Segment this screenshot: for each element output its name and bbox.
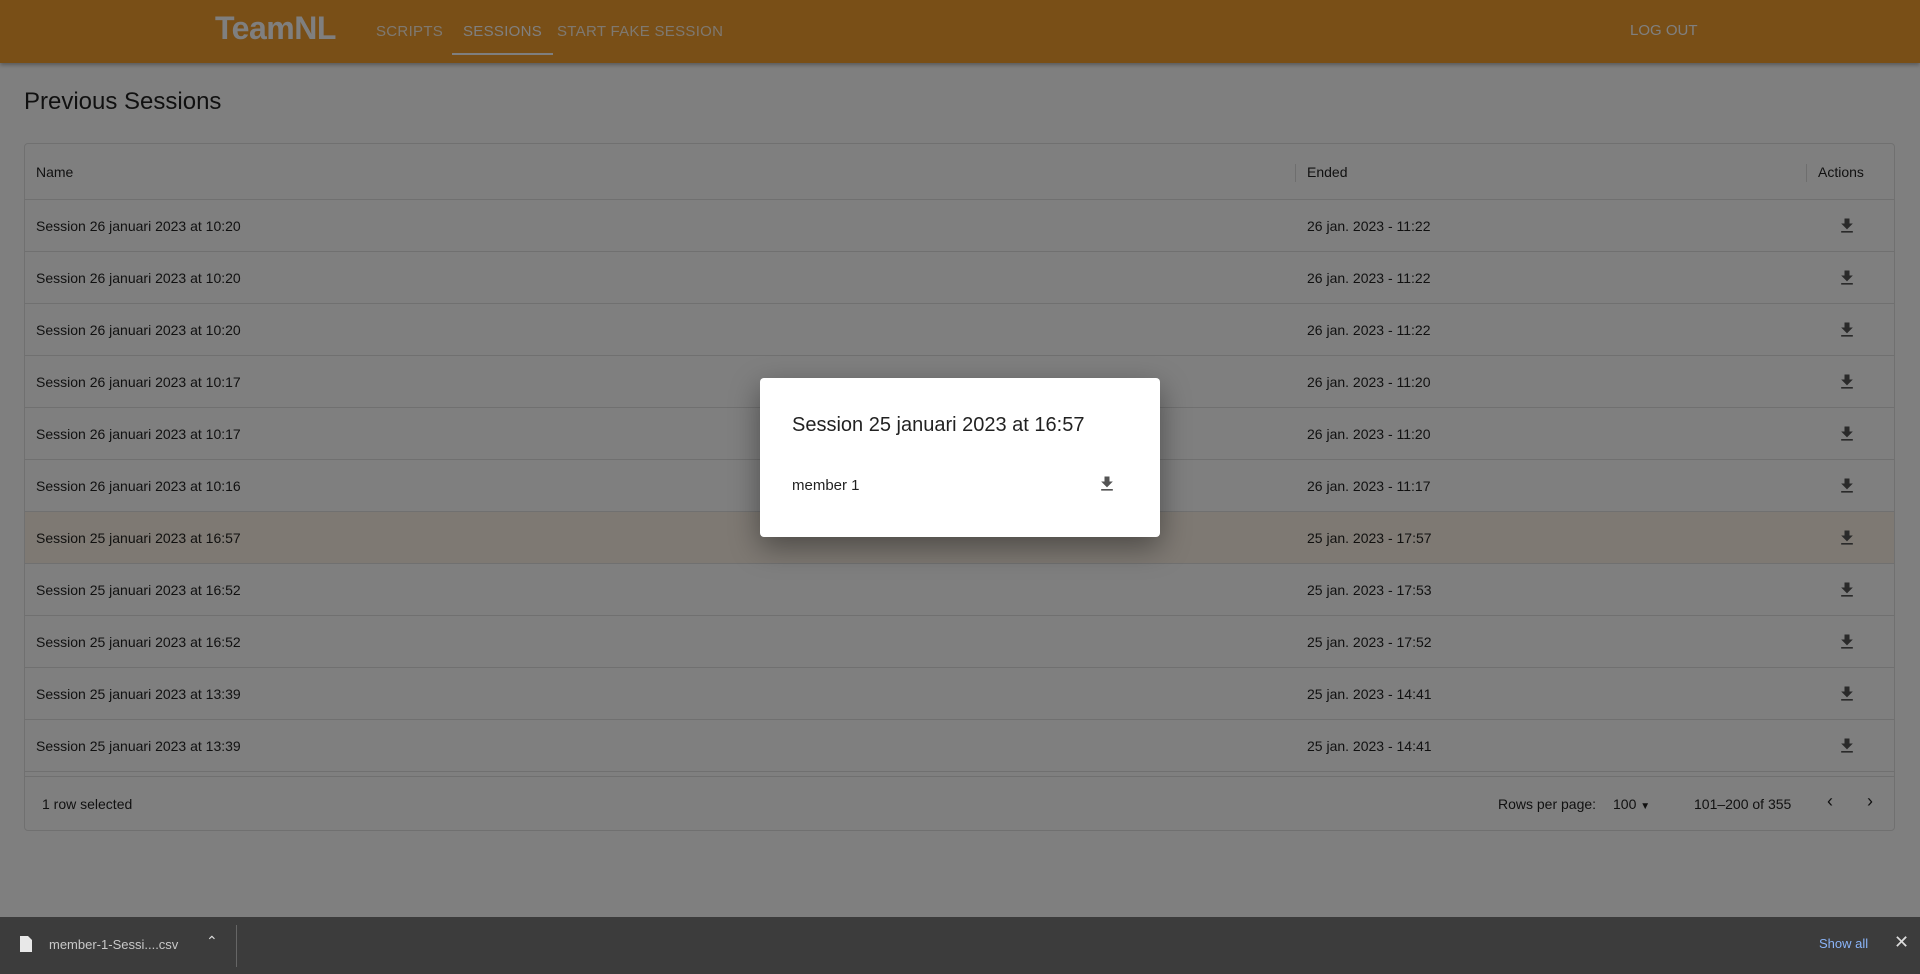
chevron-up-icon[interactable]: ⌃	[206, 933, 218, 950]
show-all-button[interactable]: Show all	[1819, 936, 1868, 951]
close-icon[interactable]: ✕	[1894, 932, 1909, 953]
download-file-name[interactable]: member-1-Sessi....csv	[49, 937, 178, 952]
divider	[236, 925, 237, 967]
member-name: member 1	[792, 477, 860, 494]
dialog-title: Session 25 januari 2023 at 16:57	[792, 414, 1085, 436]
download-bar: member-1-Sessi....csv ⌃ Show all ✕	[0, 917, 1920, 974]
file-icon	[20, 936, 32, 952]
session-dialog: Session 25 januari 2023 at 16:57 member …	[760, 378, 1160, 537]
download-icon[interactable]	[1097, 474, 1117, 494]
